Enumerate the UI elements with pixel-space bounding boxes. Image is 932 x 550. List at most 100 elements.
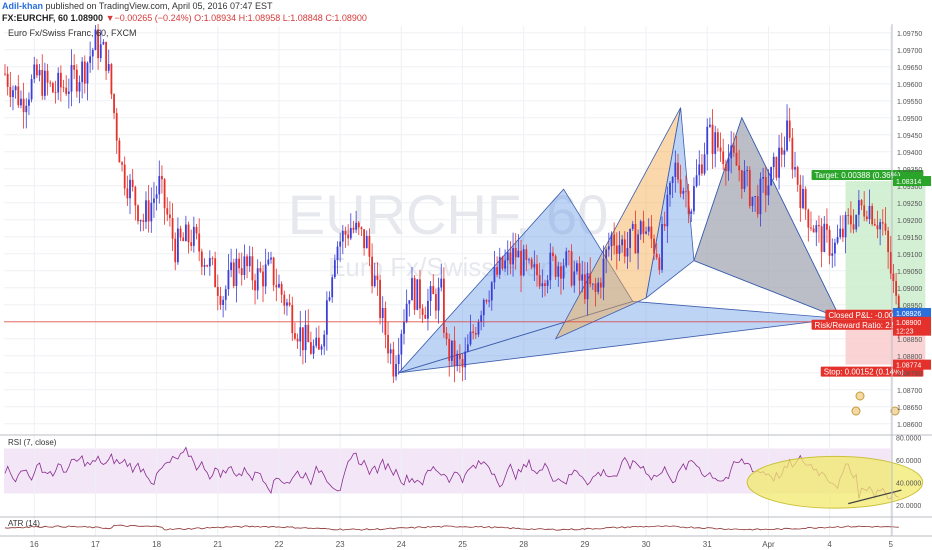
candle-body (302, 327, 304, 351)
time-tick-label: 25 (458, 540, 467, 549)
candle-body (791, 137, 794, 170)
candle-body (881, 222, 884, 224)
candle-body (573, 271, 576, 286)
time-tick-label: 28 (519, 540, 528, 549)
candle-body (299, 327, 302, 342)
candle-body (129, 179, 131, 199)
candle-body (155, 194, 158, 199)
candle-body (161, 176, 163, 180)
candle-body (424, 314, 427, 319)
candle-body (259, 268, 262, 272)
candle-body (419, 279, 421, 309)
candle-body (738, 165, 741, 171)
candle-body (331, 277, 334, 298)
candle-body (222, 299, 225, 305)
low-value: 1.08848 (290, 13, 323, 23)
candle-body (783, 150, 786, 155)
close-value: 1.08900 (334, 13, 367, 23)
price-axis-label: 1.08314 (893, 176, 931, 187)
candle-body (200, 251, 203, 267)
candle-body (118, 140, 121, 163)
candle-body (626, 248, 629, 257)
candle-body (368, 235, 371, 257)
candle (871, 203, 874, 227)
candle-body (275, 285, 278, 288)
candle-body (658, 257, 661, 270)
candle-body (177, 228, 179, 263)
candle-body (371, 256, 373, 287)
candle-body (828, 229, 831, 256)
candle-body (735, 152, 738, 166)
price-tick-label: 1.09700 (897, 48, 922, 55)
candle-body (312, 345, 315, 354)
candle-body (812, 228, 815, 233)
event-flag-icon[interactable] (855, 391, 865, 401)
candle-body (661, 223, 663, 270)
candle-body (139, 220, 142, 222)
candle-body (288, 302, 291, 305)
candle-body (557, 266, 560, 277)
candle-body (397, 354, 400, 365)
event-flag-icon[interactable] (851, 406, 861, 416)
candle-body (99, 44, 102, 59)
candle-body (685, 190, 687, 192)
chart-svg[interactable]: EURCHF, 60Euro Fx/Swiss FrancTarget: 0.0… (0, 24, 932, 550)
candle-body (70, 65, 73, 92)
candle-body (381, 307, 384, 318)
candle (379, 274, 381, 325)
candle-body (78, 82, 81, 92)
candle-body (230, 262, 232, 271)
atr-pane-title: ATR (14) (8, 519, 40, 528)
candle-body (839, 228, 842, 237)
candle-body (794, 167, 796, 170)
candle-body (325, 300, 328, 335)
candle-body (65, 87, 68, 94)
symbol-label[interactable]: FX:EURCHF, 60 (2, 13, 68, 23)
candle-body (706, 126, 709, 155)
candle-body (352, 227, 355, 230)
candle-body (121, 162, 123, 165)
candle-body (860, 200, 863, 206)
candle-body (4, 73, 6, 75)
candle-body (759, 178, 762, 215)
price-tick-label: 1.09450 (897, 133, 922, 140)
candle-body (91, 50, 94, 57)
candle-body (264, 264, 267, 287)
candle-body (405, 303, 408, 322)
candle-body (413, 278, 416, 310)
target-label-text: Target: 0.00388 (0.36%) (815, 171, 901, 180)
price-tick-label: 1.08750 (897, 371, 922, 378)
author-link[interactable]: Adil-khan (2, 1, 43, 11)
candle-body (698, 164, 701, 176)
price-axis-label: 12:23 (893, 325, 931, 336)
candle-body (49, 82, 52, 84)
candle-body (772, 156, 775, 168)
candle-body (256, 268, 259, 291)
candle-body (323, 334, 326, 347)
candle-body (317, 337, 320, 350)
candle (118, 137, 121, 163)
candle (554, 254, 557, 280)
candle-body (296, 338, 299, 342)
candle-body (677, 162, 679, 180)
open-label: O: (194, 13, 204, 23)
candle-body (836, 236, 839, 243)
candle-body (20, 98, 22, 106)
candle-body (762, 177, 764, 179)
candle-body (653, 238, 655, 254)
price-tick-label: 1.09400 (897, 150, 922, 157)
candle-body (884, 223, 887, 231)
candle-body (107, 64, 110, 71)
candle-body (589, 273, 592, 285)
candle-body (674, 162, 677, 178)
candle (775, 156, 778, 181)
candle-body (267, 259, 270, 265)
candle-body (842, 228, 844, 238)
candle-body (804, 188, 807, 210)
last-price: 1.08900 (70, 13, 104, 23)
candle-body (865, 216, 868, 220)
candle-body (607, 246, 610, 250)
candle-body (246, 256, 248, 267)
price-axis-label-text: 1.08774 (896, 363, 921, 370)
candle-body (57, 72, 60, 93)
